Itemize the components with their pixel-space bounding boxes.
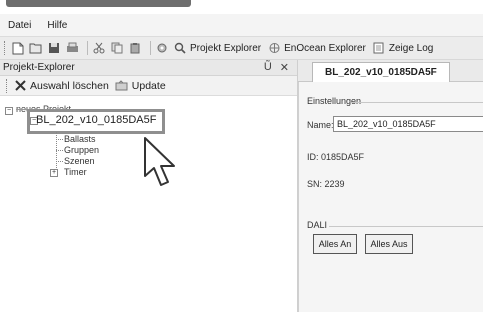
device-id-text: ID: 0185DA5F bbox=[307, 152, 365, 162]
pin-icon[interactable]: Ũ bbox=[264, 61, 272, 74]
menu-item-hilfe[interactable]: Hilfe bbox=[47, 20, 67, 31]
save-icon[interactable] bbox=[47, 41, 61, 55]
clear-selection-label: Auswahl löschen bbox=[30, 79, 109, 92]
name-input[interactable] bbox=[333, 116, 483, 132]
menu-item-datei[interactable]: Datei bbox=[8, 20, 31, 31]
print-icon[interactable] bbox=[65, 41, 79, 55]
settings-icon[interactable] bbox=[155, 41, 169, 55]
tree-item-ballasts[interactable]: Ballasts bbox=[64, 134, 96, 144]
dali-group-border bbox=[329, 226, 483, 227]
name-label: Name: bbox=[307, 120, 334, 130]
project-explorer-header: Projekt-Explorer Ũ ✕ bbox=[0, 60, 297, 76]
toolbar-grip[interactable] bbox=[4, 41, 7, 55]
search-icon bbox=[173, 41, 187, 55]
menu-bar: Datei Hilfe bbox=[0, 14, 483, 36]
show-log-button[interactable]: Zeige Log bbox=[372, 41, 433, 55]
copy-icon[interactable] bbox=[110, 41, 124, 55]
update-button[interactable]: Update bbox=[115, 79, 166, 93]
tree-collapse-root[interactable]: − bbox=[5, 107, 13, 115]
delete-x-icon bbox=[13, 79, 27, 93]
project-explorer-title: Projekt-Explorer bbox=[3, 62, 75, 73]
tree-connector bbox=[56, 132, 57, 172]
main-toolbar: Projekt Explorer EnOcean Explorer Zeige … bbox=[0, 36, 483, 60]
tree-item-szenen[interactable]: Szenen bbox=[64, 156, 95, 166]
all-off-button[interactable]: Alles Aus bbox=[365, 234, 413, 254]
explorer-toolbar: Auswahl löschen Update bbox=[0, 76, 297, 96]
tree-expand-timer[interactable]: + bbox=[50, 169, 58, 177]
document-tab-strip: BL_202_v10_0185DA5F bbox=[298, 60, 483, 82]
log-icon bbox=[372, 41, 386, 55]
settings-group-title: Einstellungen bbox=[307, 96, 362, 106]
close-icon[interactable]: ✕ bbox=[280, 61, 289, 74]
tree-item-timer[interactable]: Timer bbox=[64, 167, 87, 177]
settings-group-border bbox=[351, 102, 483, 103]
dali-group-title: DALI bbox=[307, 220, 328, 230]
show-log-label: Zeige Log bbox=[388, 42, 434, 54]
cut-icon[interactable] bbox=[92, 41, 106, 55]
tab-device-document[interactable]: BL_202_v10_0185DA5F bbox=[312, 62, 450, 82]
window-titlebar bbox=[0, 0, 483, 14]
update-label: Update bbox=[131, 79, 166, 92]
project-explorer-label: Projekt Explorer bbox=[190, 42, 262, 54]
toolbar-separator bbox=[150, 41, 151, 55]
toolbar-separator bbox=[87, 41, 88, 55]
device-settings-view: Einstellungen Name: ID: 0185DA5F SN: 223… bbox=[298, 82, 483, 312]
network-icon bbox=[267, 41, 281, 55]
enocean-explorer-button[interactable]: EnOcean Explorer bbox=[267, 41, 366, 55]
tree-device-node[interactable]: BL_202_v10_0185DA5F bbox=[36, 114, 156, 126]
open-icon[interactable] bbox=[29, 41, 43, 55]
all-on-button[interactable]: Alles An bbox=[313, 234, 357, 254]
document-area: BL_202_v10_0185DA5F Einstellungen Name: … bbox=[298, 60, 483, 312]
paste-icon[interactable] bbox=[128, 41, 142, 55]
serial-number-text: SN: 2239 bbox=[307, 179, 345, 189]
new-icon[interactable] bbox=[11, 41, 25, 55]
mouse-pointer-icon bbox=[144, 137, 175, 186]
toolbar-grip[interactable] bbox=[6, 78, 9, 93]
tree-item-gruppen[interactable]: Gruppen bbox=[64, 145, 99, 155]
project-explorer-button[interactable]: Projekt Explorer bbox=[173, 41, 261, 55]
update-icon bbox=[115, 79, 129, 93]
enocean-explorer-label: EnOcean Explorer bbox=[284, 42, 366, 54]
clear-selection-button[interactable]: Auswahl löschen bbox=[13, 79, 109, 93]
